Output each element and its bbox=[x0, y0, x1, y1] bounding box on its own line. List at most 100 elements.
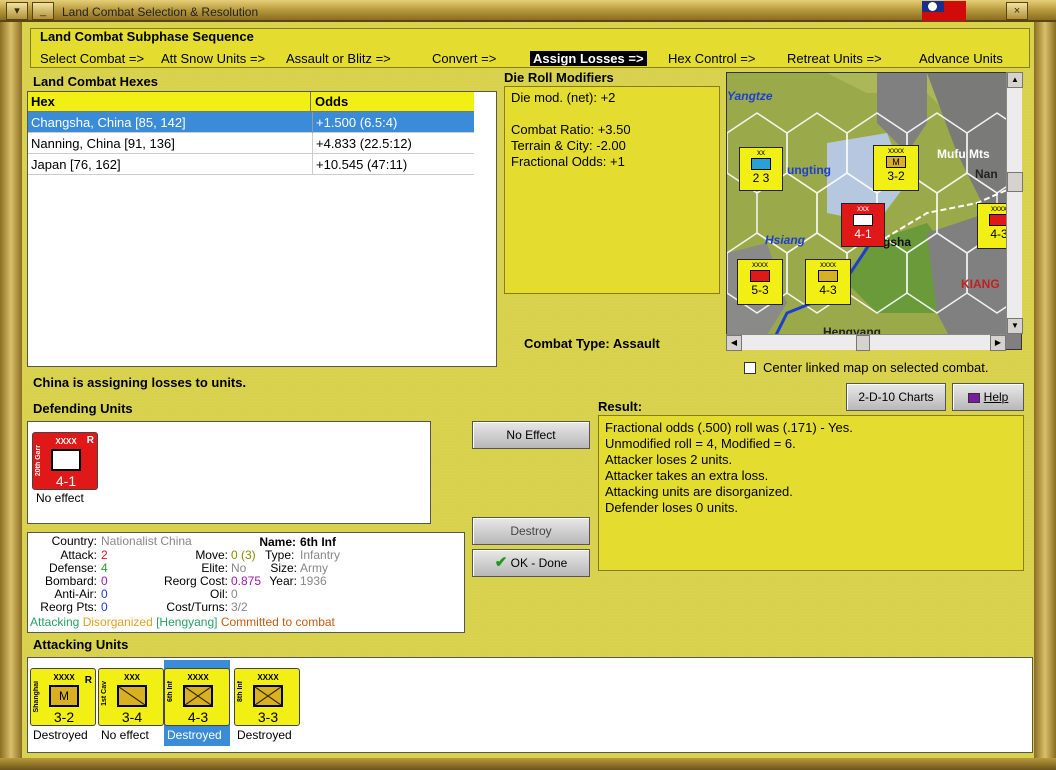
map-counter-size: xxxx bbox=[752, 260, 768, 269]
mechanized-symbol-icon: M bbox=[49, 685, 79, 707]
checkmark-icon: ✔ bbox=[494, 554, 508, 571]
sequence-title: Land Combat Subphase Sequence bbox=[40, 29, 254, 44]
seq-step-select-combat[interactable]: Select Combat => bbox=[40, 51, 144, 66]
defending-units-box: XXXX R 20th Garr 4-1 No effect bbox=[27, 421, 431, 524]
seq-step-convert[interactable]: Convert => bbox=[432, 51, 496, 66]
unit-name: 8th Inf bbox=[237, 681, 244, 702]
cost-turns-label: Cost/Turns: bbox=[166, 600, 228, 614]
reorg-pts-label: Reorg Pts: bbox=[40, 600, 97, 614]
scroll-right-arrow-icon[interactable]: ▶ bbox=[990, 335, 1006, 351]
map-counter-strength: 3-2 bbox=[887, 169, 905, 183]
no-effect-button[interactable]: No Effect bbox=[472, 421, 590, 449]
attacking-unit-slot[interactable]: XXX 1st Cav 3-4 No effect bbox=[98, 660, 164, 746]
defending-unit-counter[interactable]: XXXX R 20th Garr 4-1 bbox=[32, 432, 98, 490]
odds-cell: +4.833 (22.5:12) bbox=[312, 133, 412, 154]
map-counter[interactable]: xxxx 4-3 bbox=[805, 259, 851, 305]
odds-cell: +10.545 (47:11) bbox=[312, 154, 407, 175]
destroy-button[interactable]: Destroy bbox=[472, 517, 590, 545]
unit-result: Destroyed bbox=[167, 728, 222, 742]
map-label: ungting bbox=[787, 163, 831, 177]
attacking-unit-slot[interactable]: XXXX R Shanghai M 3-2 Destroyed bbox=[30, 660, 96, 746]
seq-step-assault-blitz[interactable]: Assault or Blitz => bbox=[286, 51, 391, 66]
ok-done-button[interactable]: ✔ OK - Done bbox=[472, 549, 590, 577]
ok-done-label: OK - Done bbox=[510, 556, 568, 570]
reorg-pts-value: 0 bbox=[101, 600, 108, 614]
result-line: Fractional odds (.500) roll was (.171) -… bbox=[605, 420, 853, 435]
help-button[interactable]: Help bbox=[952, 383, 1024, 411]
unit-size: XXX bbox=[123, 673, 140, 682]
result-line: Attacker takes an extra loss. bbox=[605, 468, 769, 483]
attacking-unit-slot-selected[interactable]: XXXX 6th Inf 4-3 Destroyed bbox=[164, 660, 230, 746]
map-counter-size: xxxx bbox=[820, 260, 836, 269]
result-line: Attacker loses 2 units. bbox=[605, 452, 733, 467]
scroll-left-arrow-icon[interactable]: ◀ bbox=[726, 335, 742, 351]
attacking-title: Attacking Units bbox=[33, 637, 129, 652]
map-counter[interactable]: xxxx M 3-2 bbox=[873, 145, 919, 191]
unit-strength: 4-3 bbox=[187, 709, 209, 725]
window-title: Land Combat Selection & Resolution bbox=[62, 5, 259, 19]
attacking-unit-counter[interactable]: XXX 1st Cav 3-4 bbox=[98, 668, 164, 726]
map-counter[interactable]: xxxx 5-3 bbox=[737, 259, 783, 305]
map-horizontal-scrollbar[interactable]: ◀ ▶ bbox=[726, 334, 1006, 351]
china-flag-icon bbox=[922, 1, 966, 21]
scroll-thumb-vertical[interactable] bbox=[1007, 172, 1023, 192]
unit-flag: R bbox=[86, 435, 94, 446]
hexes-table: Hex Odds Changsha, China [85, 142] +1.50… bbox=[27, 91, 497, 367]
status-attacking: Attacking bbox=[30, 615, 80, 629]
attacking-unit-slot[interactable]: XXXX 8th Inf 3-3 Destroyed bbox=[234, 660, 300, 746]
table-row[interactable]: Japan [76, 162] +10.545 (47:11) bbox=[28, 154, 474, 175]
map-counter-size: xx bbox=[757, 148, 765, 157]
hex-cell: Nanning, China [91, 136] bbox=[31, 136, 175, 151]
col-odds[interactable]: Odds bbox=[312, 92, 348, 112]
table-row[interactable]: Changsha, China [85, 142] +1.500 (6.5:4) bbox=[28, 112, 474, 133]
mini-map[interactable]: Yangtze Mufu Mts Nan ungting Hsiang gsha… bbox=[726, 72, 1022, 350]
infantry-symbol-icon bbox=[183, 685, 213, 707]
attacking-unit-counter[interactable]: XXXX R Shanghai M 3-2 bbox=[30, 668, 96, 726]
seq-step-hex-control[interactable]: Hex Control => bbox=[668, 51, 755, 66]
map-counter[interactable]: xx 2 3 bbox=[739, 147, 783, 191]
attacking-unit-counter[interactable]: XXXX 6th Inf 4-3 bbox=[164, 668, 230, 726]
modifier-terrain: Terrain & City: -2.00 bbox=[511, 138, 626, 153]
unit-strength: 3-4 bbox=[121, 709, 143, 725]
defending-title: Defending Units bbox=[33, 401, 133, 416]
seq-step-advance[interactable]: Advance Units bbox=[919, 51, 1003, 66]
scroll-down-arrow-icon[interactable]: ▼ bbox=[1007, 318, 1023, 334]
system-menu-button[interactable]: ▾ bbox=[6, 2, 28, 20]
country-label: Country: bbox=[51, 534, 97, 548]
charts-button[interactable]: 2-D-10 Charts bbox=[846, 383, 946, 411]
scroll-thumb-horizontal[interactable] bbox=[856, 335, 870, 351]
center-map-label: Center linked map on selected combat. bbox=[763, 360, 989, 375]
modifier-ratio: Combat Ratio: +3.50 bbox=[511, 122, 631, 137]
map-label: Mufu Mts bbox=[937, 147, 990, 161]
map-counter-strength: 4-3 bbox=[819, 283, 837, 297]
attacking-unit-counter[interactable]: XXXX 8th Inf 3-3 bbox=[234, 668, 300, 726]
map-label: Hsiang bbox=[765, 233, 806, 247]
center-map-checkbox[interactable] bbox=[744, 362, 756, 374]
col-hex[interactable]: Hex bbox=[28, 92, 311, 112]
result-line: Attacking units are disorganized. bbox=[605, 484, 793, 499]
map-vertical-scrollbar[interactable]: ▲ ▼ bbox=[1006, 72, 1023, 334]
map-label: gsha bbox=[883, 235, 912, 249]
frame-left bbox=[0, 22, 22, 770]
modifier-blank bbox=[511, 106, 713, 122]
result-line: Defender loses 0 units. bbox=[605, 500, 738, 515]
unit-name: Shanghai bbox=[33, 681, 40, 713]
defending-unit-result: No effect bbox=[36, 491, 84, 505]
map-counter-strength: 2 3 bbox=[752, 171, 770, 185]
status-committed: Committed to combat bbox=[220, 615, 335, 629]
modifiers-panel: Die mod. (net): +2 Combat Ratio: +3.50 T… bbox=[504, 86, 720, 294]
odds-cell: +1.500 (6.5:4) bbox=[312, 112, 397, 133]
map-label: KIANG bbox=[961, 277, 1000, 291]
table-row[interactable]: Nanning, China [91, 136] +4.833 (22.5:12… bbox=[28, 133, 474, 154]
close-button[interactable]: × bbox=[1006, 2, 1028, 20]
seq-step-retreat[interactable]: Retreat Units => bbox=[787, 51, 882, 66]
modifiers-title: Die Roll Modifiers bbox=[504, 70, 614, 85]
seq-step-att-snow[interactable]: Att Snow Units => bbox=[161, 51, 265, 66]
combat-type-label: Combat Type: Assault bbox=[524, 336, 660, 351]
minimize-button[interactable]: _ bbox=[32, 2, 54, 20]
map-counter[interactable]: xxx 4-1 bbox=[841, 203, 885, 247]
scroll-up-arrow-icon[interactable]: ▲ bbox=[1007, 72, 1023, 88]
seq-step-assign-losses[interactable]: Assign Losses => bbox=[530, 51, 647, 66]
country-value: Nationalist China bbox=[101, 534, 192, 548]
unit-name: 20th Garr bbox=[35, 445, 42, 477]
